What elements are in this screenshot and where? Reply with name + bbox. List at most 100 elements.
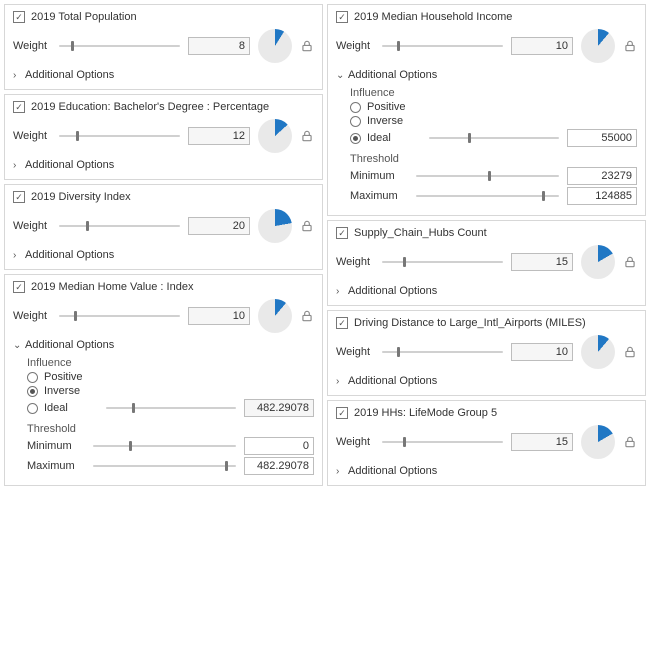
lock-icon[interactable]	[623, 255, 637, 269]
weight-label: Weight	[13, 310, 51, 322]
weight-row: Weight 15	[336, 425, 637, 459]
influence-option[interactable]: Inverse	[350, 115, 637, 127]
additional-options-toggle[interactable]: ⌄ Additional Options	[336, 69, 637, 81]
lock-icon[interactable]	[300, 129, 314, 143]
variable-card: ✓2019 Median Household IncomeWeight10⌄Ad…	[327, 4, 646, 216]
card-header: ✓2019 Median Household Income	[336, 11, 637, 23]
radio-label: Ideal	[367, 132, 421, 144]
weight-row: Weight12	[13, 119, 314, 153]
min-slider[interactable]	[93, 439, 236, 453]
radio-icon	[27, 386, 38, 397]
radio-icon	[27, 403, 38, 414]
weight-input[interactable]: 15	[511, 253, 573, 271]
additional-options-toggle[interactable]: ›Additional Options	[13, 249, 314, 261]
weight-pie-icon	[581, 425, 615, 459]
ideal-input[interactable]: 55000	[567, 129, 637, 147]
influence-option[interactable]: Positive	[27, 371, 314, 383]
enable-checkbox[interactable]: ✓	[336, 407, 348, 419]
left-column: ✓2019 Total PopulationWeight8›Additional…	[4, 4, 323, 486]
weight-input[interactable]: 20	[188, 217, 250, 235]
enable-checkbox[interactable]: ✓	[336, 11, 348, 23]
enable-checkbox[interactable]: ✓	[13, 101, 25, 113]
threshold-max-row: Maximum482.29078	[27, 457, 314, 475]
min-label: Minimum	[27, 440, 85, 452]
additional-options-toggle[interactable]: ⌄Additional Options	[13, 339, 314, 351]
card-title: 2019 Education: Bachelor's Degree : Perc…	[31, 101, 269, 113]
card-header: ✓2019 Diversity Index	[13, 191, 314, 203]
additional-options-toggle[interactable]: ›Additional Options	[13, 159, 314, 171]
weight-slider[interactable]	[59, 309, 180, 323]
max-slider[interactable]	[416, 189, 559, 203]
card-title: Supply_Chain_Hubs Count	[354, 227, 487, 239]
enable-checkbox[interactable]: ✓	[13, 11, 25, 23]
weights-panel: ✓ 2019 Total Population Weight 8 › Additional…	[0, 0, 650, 490]
influence-option[interactable]: Positive	[350, 101, 637, 113]
ideal-slider[interactable]	[429, 131, 559, 145]
variable-card: ✓2019 HHs: LifeMode Group 5Weight15›Addi…	[327, 400, 646, 486]
weight-pie-icon	[581, 29, 615, 63]
weight-row: Weight10	[336, 335, 637, 369]
weight-pie-icon	[581, 335, 615, 369]
weight-input[interactable]: 12	[188, 127, 250, 145]
max-input[interactable]: 124885	[567, 187, 637, 205]
weight-input[interactable]: 10	[188, 307, 250, 325]
chevron-down-icon: ⌄	[336, 70, 344, 81]
additional-options-toggle[interactable]: ›Additional Options	[336, 465, 637, 477]
radio-icon	[27, 372, 38, 383]
lock-icon[interactable]	[300, 309, 314, 323]
enable-checkbox[interactable]: ✓	[13, 281, 25, 293]
weight-label: Weight	[13, 40, 51, 52]
chevron-right-icon: ›	[13, 160, 21, 171]
weight-label: Weight	[336, 436, 374, 448]
additional-options-label: Additional Options	[348, 285, 437, 297]
weight-pie-icon	[258, 29, 292, 63]
ideal-input[interactable]: 482.29078	[244, 399, 314, 417]
max-input[interactable]: 482.29078	[244, 457, 314, 475]
weight-input[interactable]: 10	[511, 343, 573, 361]
weight-slider[interactable]	[382, 39, 503, 53]
chevron-right-icon: ›	[336, 376, 344, 387]
weight-slider[interactable]	[59, 39, 180, 53]
weight-slider[interactable]	[382, 345, 503, 359]
additional-options-toggle[interactable]: ›Additional Options	[336, 375, 637, 387]
lock-icon[interactable]	[300, 219, 314, 233]
weight-input[interactable]: 15	[511, 433, 573, 451]
influence-option[interactable]: Inverse	[27, 385, 314, 397]
weight-input[interactable]: 10	[511, 37, 573, 55]
lock-icon[interactable]	[623, 435, 637, 449]
card-title: 2019 Median Home Value : Index	[31, 281, 193, 293]
influence-label: Influence	[27, 357, 314, 369]
chevron-right-icon: ›	[336, 286, 344, 297]
weight-slider[interactable]	[382, 435, 503, 449]
min-input[interactable]: 23279	[567, 167, 637, 185]
additional-options-label: Additional Options	[348, 465, 437, 477]
additional-options-label: Additional Options	[25, 69, 114, 81]
lock-icon[interactable]	[623, 39, 637, 53]
radio-label: Inverse	[367, 115, 403, 127]
card-title: 2019 Total Population	[31, 11, 137, 23]
max-slider[interactable]	[93, 459, 236, 473]
radio-label: Positive	[367, 101, 406, 113]
ideal-slider[interactable]	[106, 401, 236, 415]
card-header: ✓ 2019 Total Population	[13, 11, 314, 23]
min-slider[interactable]	[416, 169, 559, 183]
weight-row: Weight20	[13, 209, 314, 243]
weight-slider[interactable]	[59, 129, 180, 143]
influence-option[interactable]: Ideal	[27, 402, 98, 414]
enable-checkbox[interactable]: ✓	[336, 227, 348, 239]
min-input[interactable]: 0	[244, 437, 314, 455]
weight-input[interactable]: 8	[188, 37, 250, 55]
weight-slider[interactable]	[382, 255, 503, 269]
enable-checkbox[interactable]: ✓	[336, 317, 348, 329]
additional-options-label: Additional Options	[348, 69, 437, 81]
influence-label: Influence	[350, 87, 637, 99]
weight-label: Weight	[336, 256, 374, 268]
weight-slider[interactable]	[59, 219, 180, 233]
weight-pie-icon	[581, 245, 615, 279]
influence-option[interactable]: Ideal	[350, 132, 421, 144]
enable-checkbox[interactable]: ✓	[13, 191, 25, 203]
lock-icon[interactable]	[300, 39, 314, 53]
lock-icon[interactable]	[623, 345, 637, 359]
additional-options-toggle[interactable]: ›Additional Options	[13, 69, 314, 81]
additional-options-toggle[interactable]: › Additional Options	[336, 285, 637, 297]
